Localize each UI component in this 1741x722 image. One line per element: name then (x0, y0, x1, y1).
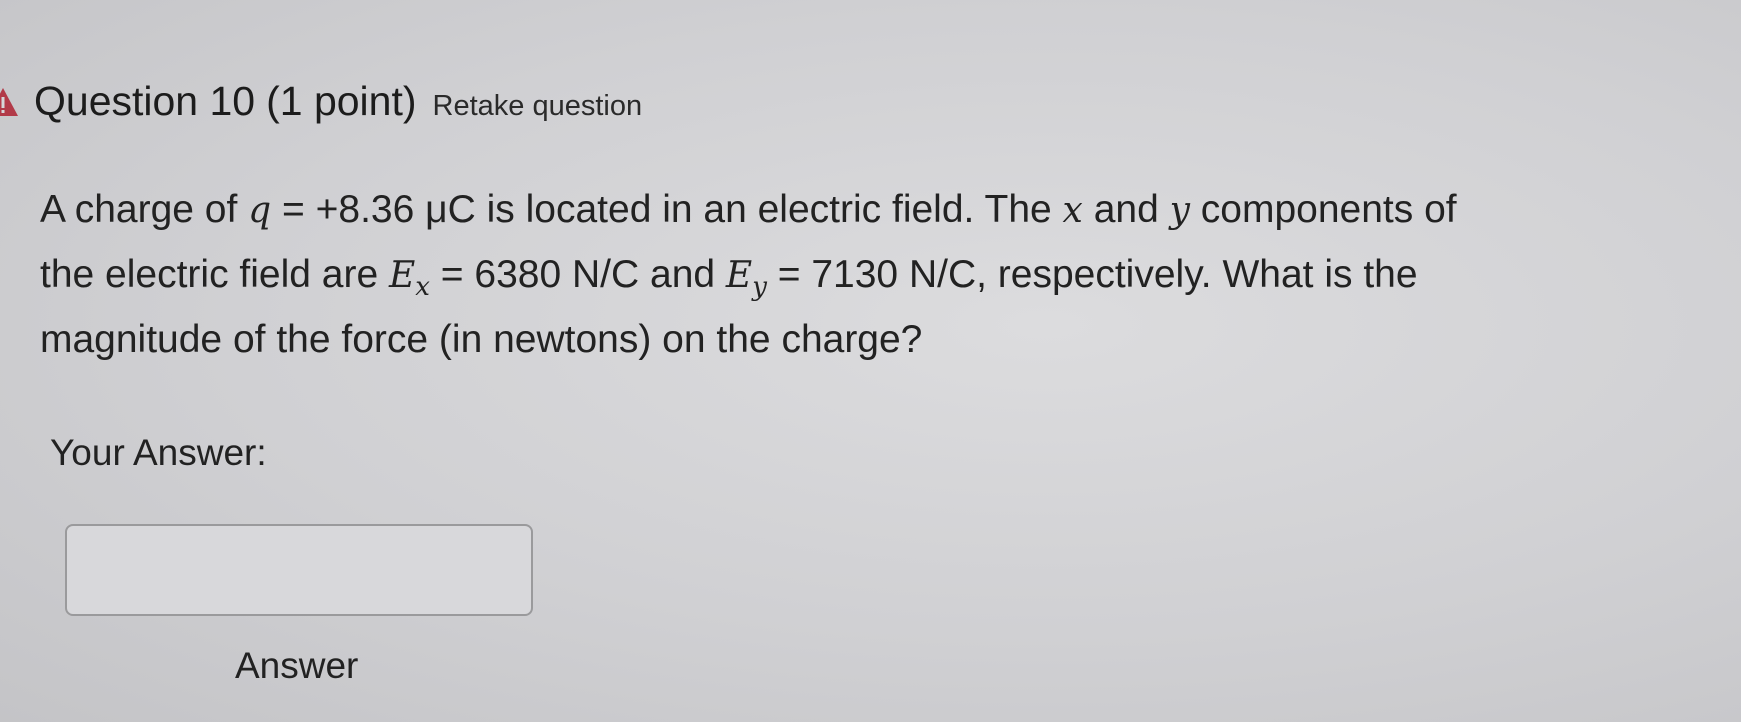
question-text-segment: = +8.36 μC is located in an electric fie… (271, 188, 1063, 231)
question-text-segment: = 7130 N/C, respectively. What is the (766, 253, 1418, 296)
question-points: (1 point) (266, 78, 417, 124)
warning-icon (0, 85, 20, 119)
question-line-2: the electric field are Ex = 6380 N/C and… (40, 243, 1640, 308)
question-text-segment: A charge of (40, 188, 249, 231)
question-title: Question 10 (34, 78, 256, 124)
y-symbol: y (1169, 190, 1190, 231)
your-answer-label: Your Answer: (50, 432, 267, 473)
x-symbol: x (1062, 190, 1083, 231)
charge-symbol: q (248, 190, 272, 231)
ey-subscript: y (752, 272, 767, 302)
question-text-segment: the electric field are (40, 253, 390, 296)
answer-input[interactable] (65, 524, 533, 616)
question-line-1: A charge of q = +8.36 μC is located in a… (40, 178, 1640, 243)
question-text-segment: and (1082, 188, 1170, 231)
retake-question-link[interactable]: Retake question (433, 90, 643, 123)
question-text-segment: components of (1189, 188, 1457, 231)
answer-caption: Answer (235, 645, 359, 686)
ey-symbol: E (725, 255, 753, 296)
question-text: A charge of q = +8.36 μC is located in a… (40, 178, 1640, 372)
question-line-3: magnitude of the force (in newtons) on t… (40, 318, 923, 361)
question-text-segment: = 6380 N/C and (429, 253, 726, 296)
ex-symbol: E (389, 255, 416, 296)
question-header: Question 10 (1 point) Retake question (0, 78, 642, 125)
ex-subscript: x (415, 272, 430, 302)
